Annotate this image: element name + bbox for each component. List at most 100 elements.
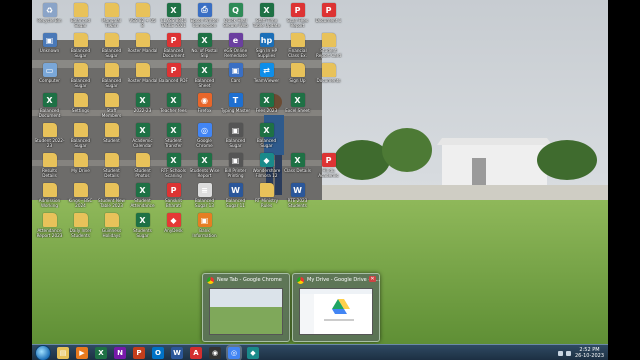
desktop-icon[interactable]: Balanced Sugar <box>96 30 127 60</box>
desktop-icon[interactable]: ◉ Firefox <box>189 90 220 120</box>
desktop-icon[interactable]: Balanced Sugar <box>96 60 127 90</box>
teamviewer-icon: ⇄ <box>259 63 274 77</box>
desktop-icon[interactable]: T Typing Master <box>220 90 251 120</box>
taskbar-powerpoint-icon[interactable]: P <box>133 347 145 359</box>
desktop-icon[interactable]: X Fees 2023 <box>251 90 282 120</box>
desktop-icon[interactable]: ▣ Balanced Sugar <box>220 120 251 150</box>
desktop-icon[interactable]: P Hindu Academic <box>313 150 344 180</box>
folder-icon <box>321 33 336 47</box>
desktop-icon[interactable]: X Student Transfer <box>158 120 189 150</box>
desktop-icon[interactable]: P Balanced Document <box>158 30 189 60</box>
desktop-icon[interactable]: ⇄ TeamViewer <box>251 60 282 90</box>
desktop-icon[interactable]: P Document 1 <box>313 0 344 30</box>
desktop-icon[interactable]: My Drive <box>65 150 96 180</box>
start-button[interactable] <box>35 345 51 360</box>
desktop-icon[interactable]: Guinness Holidays <box>96 210 127 240</box>
taskbar-filmora-icon[interactable]: ◆ <box>247 347 259 359</box>
folder-icon <box>42 213 57 227</box>
desktop-icon[interactable]: X Excel Sheet <box>282 90 313 120</box>
desktop-icon[interactable]: Kings - BSC 2024 <box>65 180 96 210</box>
folder-icon <box>73 63 88 77</box>
desktop-icon[interactable]: Financial Class Ex. <box>282 30 313 60</box>
desktop-icon[interactable]: RT Ministry Rules <box>251 180 282 210</box>
desktop-icon[interactable]: Mangalal Tiwari <box>96 0 127 30</box>
folder-icon <box>73 153 88 167</box>
taskbar-app-icon[interactable]: ◉ <box>209 347 221 359</box>
desktop-icon[interactable]: X Student Attendance <box>127 180 158 210</box>
desktop-icon[interactable]: X Balanced Sugar <box>251 120 282 150</box>
desktop-icon[interactable]: VSS 82 + 05 8 <box>127 0 158 30</box>
desktop-icon[interactable]: hp Sign In HP Supplies <box>251 30 282 60</box>
taskbar-outlook-icon[interactable]: O <box>152 347 164 359</box>
desktop-icon[interactable]: Balanced Sugar <box>65 30 96 60</box>
taskbar-excel-icon[interactable]: X <box>95 347 107 359</box>
desktop-icon[interactable]: Student Photos <box>127 150 158 180</box>
desktop-icon[interactable]: Sign Up <box>282 60 313 90</box>
taskbar-media-player-icon[interactable]: ▶ <box>76 347 88 359</box>
preview-drive-window[interactable]: My Drive - Google Drive - G... ✕ <box>292 273 380 342</box>
desktop-icon[interactable]: X Academic Calendar <box>127 120 158 150</box>
desktop-icon[interactable]: X Staff Time Table Update <box>251 0 282 30</box>
taskbar-chrome-icon[interactable]: ◎ <box>228 347 240 359</box>
clock[interactable]: 2:52 PM 26-10-2023 <box>575 347 604 359</box>
preview-chrome-window[interactable]: New Tab - Google Chrome <box>202 273 290 342</box>
desktop-icon[interactable]: Attendance Report 2023 <box>34 210 65 240</box>
desktop-icon[interactable]: W RTE 2023 Students <box>282 180 313 210</box>
desktop-icon-label <box>283 138 313 148</box>
desktop-icon[interactable]: ⎙ Epson Printer Connection <box>189 0 220 30</box>
desktop-icon[interactable]: ♻ Recycle Bin <box>34 0 65 30</box>
desktop-icon[interactable]: e eGS Online Remediate <box>220 30 251 60</box>
desktop-icon[interactable]: X Teacher fees <box>158 90 189 120</box>
desktop-icon[interactable]: X Students Sugar <box>127 210 158 240</box>
network-icon[interactable] <box>557 350 563 356</box>
desktop-icon[interactable]: Settings <box>65 90 96 120</box>
folder-icon <box>104 33 119 47</box>
desktop-icon[interactable]: Roster Mandal <box>127 30 158 60</box>
desktop-icon[interactable]: Q Quick Heal Secure Web <box>220 0 251 30</box>
desktop-icon[interactable]: Documents <box>313 60 344 90</box>
taskbar-acrobat-icon[interactable]: A <box>190 347 202 359</box>
desktop-icon[interactable]: Student New Table 2023 <box>96 180 127 210</box>
desktop-icon[interactable]: X Class Details <box>282 150 313 180</box>
desktop-icon[interactable]: X Balanced Sheet <box>189 60 220 90</box>
taskbar-onenote-icon[interactable]: N <box>114 347 126 359</box>
desktop-icon[interactable]: Student Details <box>96 150 127 180</box>
desktop-icon[interactable]: X 2022-23 <box>127 90 158 120</box>
desktop-icon[interactable]: Results Details <box>34 150 65 180</box>
taskbar-explorer-icon[interactable]: ▤ <box>57 347 69 359</box>
desktop-icon-label <box>283 228 313 238</box>
desktop-icon[interactable]: X Students Wise Report <box>189 150 220 180</box>
desktop-icon-label: Mangalal Tiwari <box>102 18 121 28</box>
desktop-icon[interactable]: Balanced Sugar <box>65 0 96 30</box>
desktop-icon[interactable]: Roster Mandal <box>127 60 158 90</box>
desktop-icon[interactable]: X Balanced Document <box>34 90 65 120</box>
taskbar-word-icon[interactable]: W <box>171 347 183 359</box>
excel-icon: X <box>135 123 150 137</box>
desktop-icon[interactable]: ▣ Cars <box>220 60 251 90</box>
desktop-icon[interactable]: X RTF Schools Scaning <box>158 150 189 180</box>
desktop-icon[interactable]: Daily Inter Students <box>65 210 96 240</box>
desktop-icon[interactable]: ◆ AnyDesk <box>158 210 189 240</box>
desktop-icon[interactable]: P Scan Fees Report <box>282 0 313 30</box>
volume-icon[interactable] <box>565 350 571 356</box>
desktop-icon[interactable]: ▣ Bill Printer Printing <box>220 150 251 180</box>
desktop-icon[interactable]: P Balanced PDF <box>158 60 189 90</box>
desktop-icon[interactable]: Balanced Sugar <box>65 60 96 90</box>
desktop-icon[interactable]: ≡ Balanced Sugar 13 <box>189 180 220 210</box>
desktop-icon[interactable]: P Sanskrit Bharati <box>158 180 189 210</box>
desktop-icon[interactable]: Admission Working <box>34 180 65 210</box>
close-icon[interactable]: ✕ <box>369 276 376 282</box>
desktop-icon[interactable]: ▣ Unknown <box>34 30 65 60</box>
desktop-icon[interactable]: ▭ Computer <box>34 60 65 90</box>
desktop-icon[interactable]: Student 2022-23 <box>34 120 65 150</box>
desktop-icon[interactable]: X No. of Postal Slip <box>189 30 220 60</box>
desktop-icon[interactable]: Staff Members <box>96 90 127 120</box>
desktop-icon[interactable]: Balanced Sugar <box>65 120 96 150</box>
desktop-icon[interactable]: W Balanced Sugar 11 <box>220 180 251 210</box>
desktop-icon[interactable]: ▣ Bank Information <box>189 210 220 240</box>
desktop-icon[interactable]: ◆ Wondershare Filmora 12 <box>251 150 282 180</box>
desktop-icon[interactable]: Student Report Card <box>313 30 344 60</box>
desktop-icon[interactable]: X CLASS 8841 TABLE 2021 <box>158 0 189 30</box>
desktop-icon[interactable]: ◎ Google Chrome <box>189 120 220 150</box>
desktop-icon[interactable]: Student <box>96 120 127 150</box>
